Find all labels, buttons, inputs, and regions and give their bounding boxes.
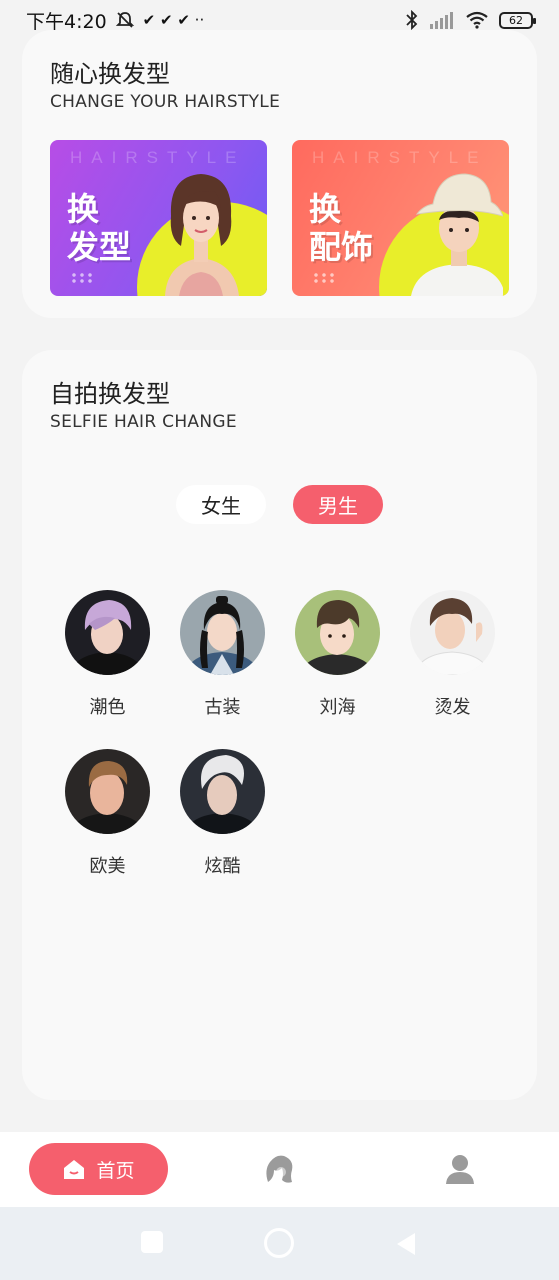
nav-home-label: 首页 bbox=[96, 1159, 135, 1182]
style-avatar bbox=[295, 590, 380, 675]
style-label: 潮色 bbox=[89, 697, 126, 718]
hairstyle-grid: 潮色 古装 刘海 烫发 欧美 炫酷 bbox=[65, 590, 525, 878]
bangs-photo bbox=[295, 590, 380, 675]
style-label: 烫发 bbox=[434, 697, 471, 718]
change-accessory-banner[interactable]: HAIRSTYLE 换 配饰 bbox=[292, 140, 509, 296]
style-avatar bbox=[410, 590, 495, 675]
notification-icons: ✔ ✔ ✔ ·· bbox=[142, 11, 205, 29]
nav-home-button[interactable]: 首页 bbox=[29, 1143, 168, 1195]
style-avatar bbox=[65, 590, 150, 675]
signal-icon bbox=[430, 12, 453, 29]
male-model-hat-image bbox=[411, 173, 503, 296]
banner-hair-line2: 发型 bbox=[67, 228, 132, 266]
banner-watermark: HAIRSTYLE bbox=[312, 148, 488, 167]
style-item-perm[interactable]: 烫发 bbox=[410, 590, 495, 719]
selfie-subtitle: SELFIE HAIR CHANGE bbox=[50, 412, 237, 432]
wifi-icon bbox=[466, 11, 488, 29]
banner-acc-line1: 换 bbox=[309, 190, 342, 228]
style-item-western[interactable]: 欧美 bbox=[65, 749, 150, 878]
style-label: 炫酷 bbox=[204, 856, 241, 877]
style-avatar bbox=[180, 590, 265, 675]
featured-subtitle: CHANGE YOUR HAIRSTYLE bbox=[50, 92, 281, 112]
style-avatar bbox=[65, 749, 150, 834]
bluetooth-icon bbox=[406, 10, 418, 30]
banner-watermark: HAIRSTYLE bbox=[70, 148, 246, 167]
gender-tabs: 女生 男生 bbox=[22, 485, 537, 524]
change-hairstyle-banner[interactable]: HAIRSTYLE 换 发型 bbox=[50, 140, 267, 296]
female-model-image bbox=[165, 174, 239, 296]
style-avatar bbox=[180, 749, 265, 834]
profile-icon[interactable] bbox=[443, 1152, 477, 1186]
selfie-card: 自拍换发型 SELFIE HAIR CHANGE 女生 男生 潮色 古装 刘海 … bbox=[22, 350, 537, 1100]
perm-photo bbox=[410, 590, 495, 675]
bottom-navigation: 首页 bbox=[0, 1132, 559, 1207]
featured-title: 随心换发型 bbox=[50, 60, 170, 88]
banner-hair-line1: 换 bbox=[67, 190, 100, 228]
selfie-title: 自拍换发型 bbox=[50, 380, 170, 408]
style-label: 刘海 bbox=[319, 697, 356, 718]
home-icon bbox=[64, 1160, 85, 1179]
banner-acc-line2: 配饰 bbox=[309, 228, 374, 266]
style-label: 古装 bbox=[204, 697, 241, 718]
ancient-costume-photo bbox=[180, 590, 265, 675]
back-icon[interactable] bbox=[395, 1231, 417, 1257]
system-navigation-bar bbox=[0, 1207, 559, 1280]
hairstyle-icon[interactable] bbox=[262, 1152, 296, 1186]
status-right: 62 bbox=[405, 10, 536, 30]
mute-bell-icon bbox=[115, 12, 134, 28]
style-item-cool[interactable]: 炫酷 bbox=[180, 749, 265, 878]
western-photo bbox=[65, 749, 150, 834]
trendy-color-photo bbox=[65, 590, 150, 675]
battery-level: 62 bbox=[509, 13, 523, 27]
style-item-trendy-color[interactable]: 潮色 bbox=[65, 590, 150, 719]
tab-male[interactable]: 男生 bbox=[293, 485, 383, 524]
banner-dots-decoration bbox=[70, 272, 92, 284]
style-item-ancient-costume[interactable]: 古装 bbox=[180, 590, 265, 719]
system-home-button[interactable] bbox=[264, 1228, 294, 1258]
battery-icon: 62 bbox=[499, 11, 536, 29]
featured-card: 随心换发型 CHANGE YOUR HAIRSTYLE HAIRSTYLE 换 … bbox=[22, 30, 537, 318]
recent-apps-button[interactable] bbox=[141, 1231, 163, 1253]
cool-photo bbox=[180, 749, 265, 834]
style-label: 欧美 bbox=[89, 856, 126, 877]
tab-female[interactable]: 女生 bbox=[176, 485, 266, 524]
style-item-bangs[interactable]: 刘海 bbox=[295, 590, 380, 719]
banner-dots-decoration bbox=[312, 272, 334, 284]
